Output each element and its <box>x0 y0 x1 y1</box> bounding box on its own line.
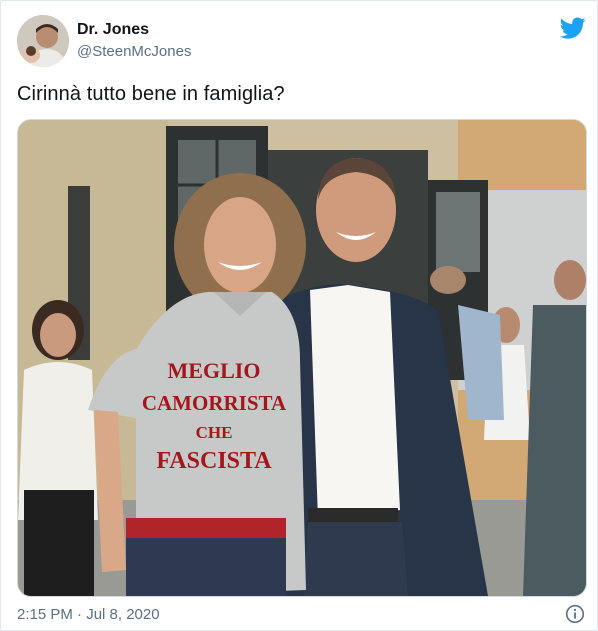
tweet-text: Cirinnà tutto bene in famiglia? <box>17 83 285 105</box>
tweet-photo[interactable]: MEGLIO CAMORRISTA CHE FASCISTA <box>17 119 587 597</box>
avatar[interactable] <box>17 15 69 67</box>
user-handle[interactable]: @SteenMcJones <box>77 43 191 60</box>
info-icon[interactable] <box>565 604 585 624</box>
shirt-line: CAMORRISTA <box>142 391 287 415</box>
tweet-timestamp[interactable]: 2:15 PM · Jul 8, 2020 <box>17 606 160 623</box>
shirt-line: CHE <box>196 423 233 442</box>
twitter-bird-icon[interactable] <box>559 15 587 41</box>
tweet-card: Dr. Jones @SteenMcJones Cirinnà tutto be… <box>0 0 598 631</box>
display-name[interactable]: Dr. Jones <box>77 21 149 39</box>
shirt-line: FASCISTA <box>156 448 272 474</box>
shirt-line: MEGLIO <box>168 358 261 383</box>
